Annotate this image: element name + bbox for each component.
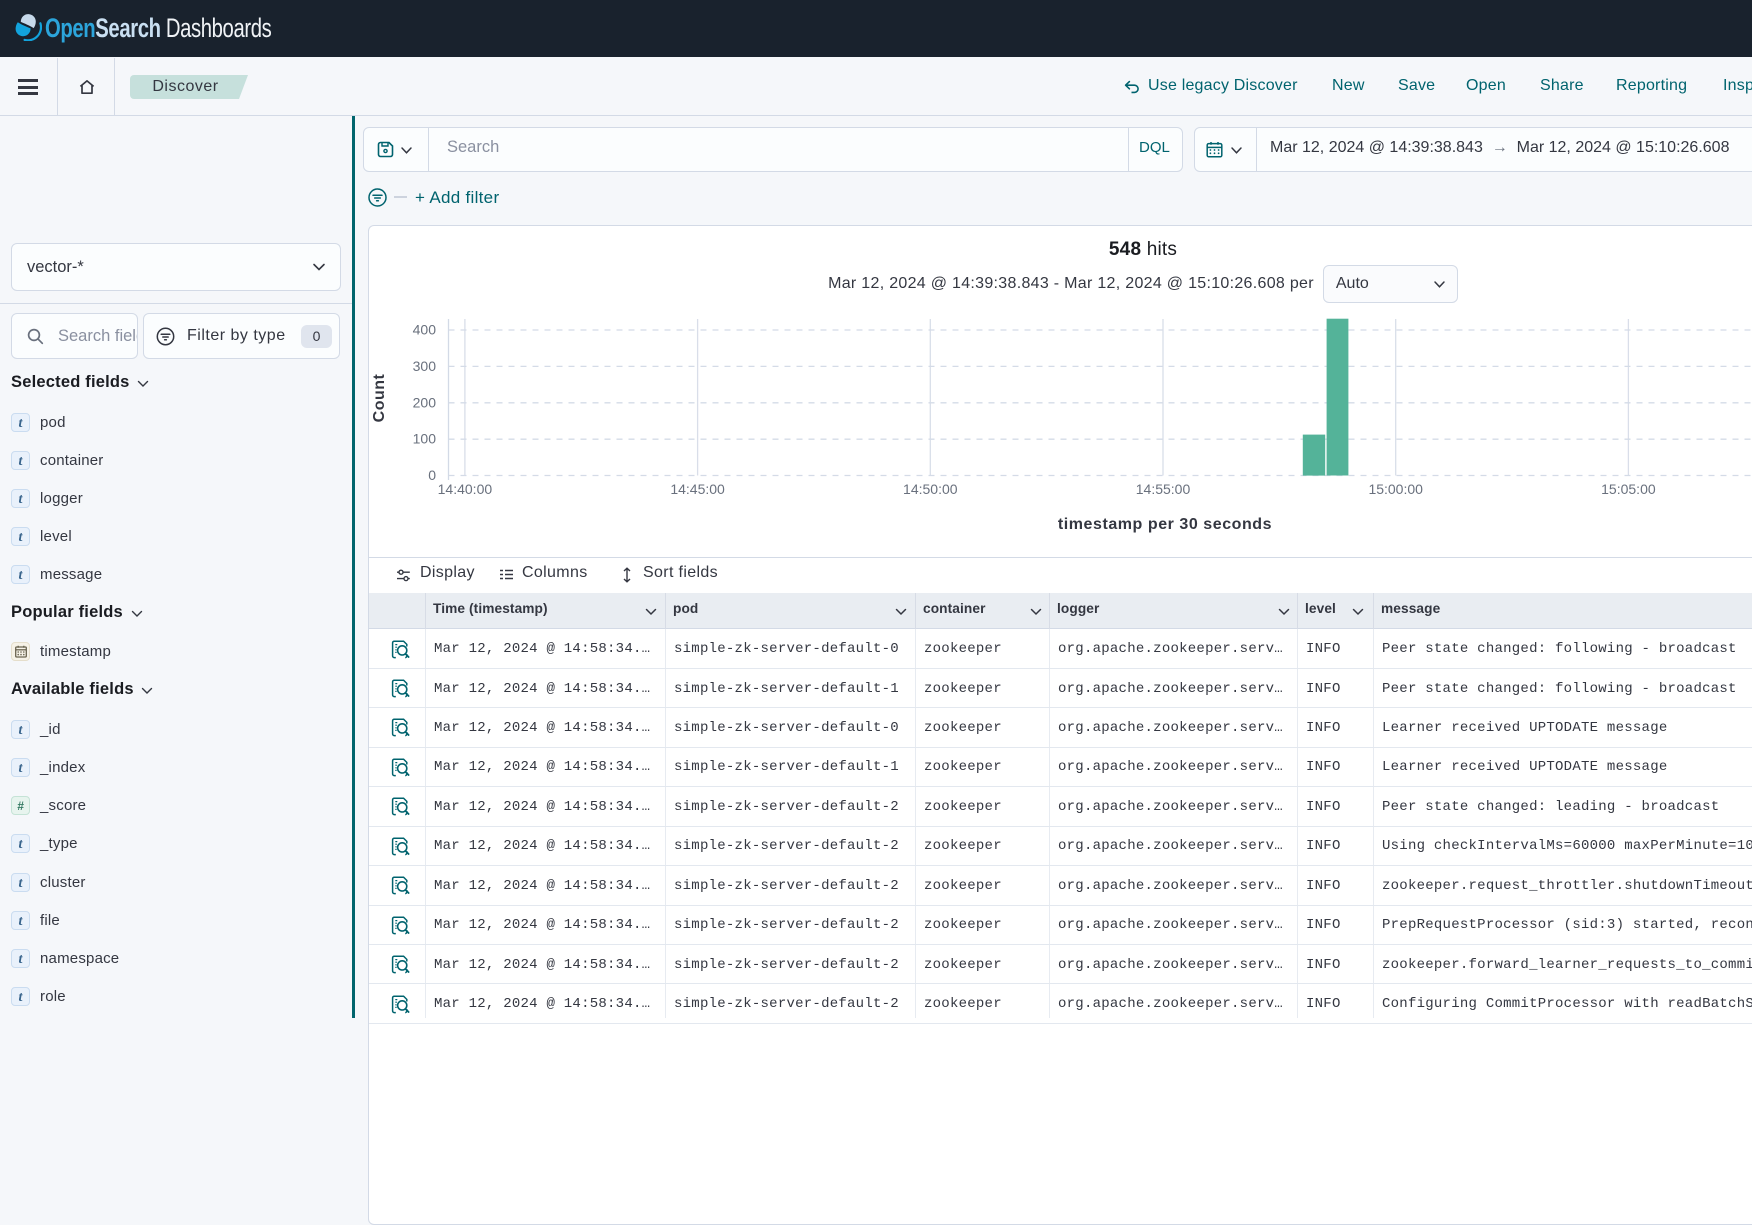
svg-text:Count: Count <box>371 373 388 422</box>
svg-text:0: 0 <box>428 467 436 483</box>
svg-text:200: 200 <box>413 394 437 410</box>
svg-text:14:55:00: 14:55:00 <box>1136 481 1191 497</box>
svg-text:14:45:00: 14:45:00 <box>670 481 725 497</box>
svg-text:15:00:00: 15:00:00 <box>1368 481 1423 497</box>
svg-text:300: 300 <box>413 358 437 374</box>
svg-text:14:40:00: 14:40:00 <box>438 481 493 497</box>
svg-text:400: 400 <box>413 322 437 338</box>
svg-text:100: 100 <box>413 431 437 447</box>
svg-text:14:50:00: 14:50:00 <box>903 481 958 497</box>
svg-text:15:05:00: 15:05:00 <box>1601 481 1656 497</box>
